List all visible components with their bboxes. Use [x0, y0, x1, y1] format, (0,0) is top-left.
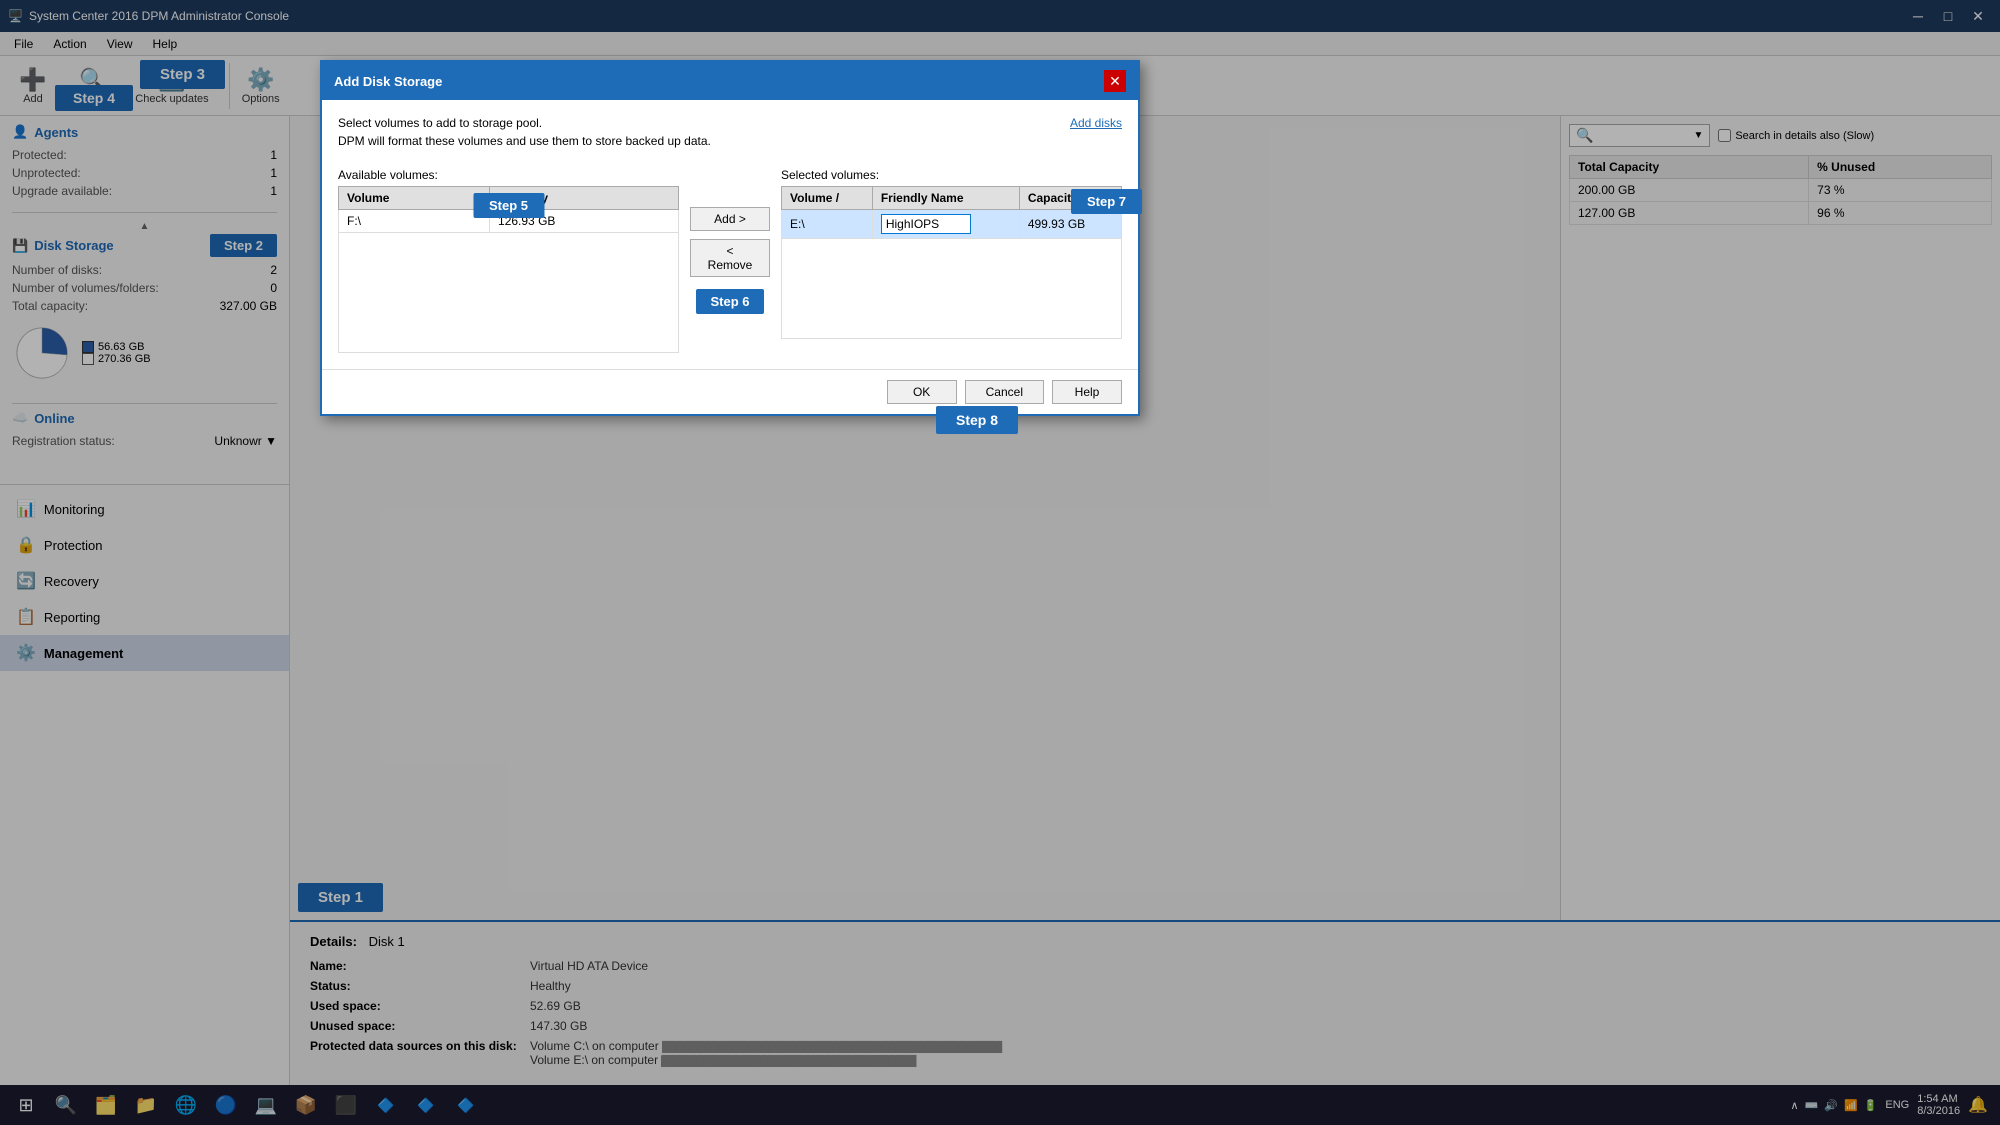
- sel-row[interactable]: E:\ 499.93 GB: [782, 210, 1122, 239]
- arrow-buttons: Add > < Remove Step 6: [695, 168, 765, 353]
- instruction1: Select volumes to add to storage pool.: [338, 116, 711, 130]
- step5-badge: Step 5: [473, 193, 544, 218]
- avail-volume-cell: F:\: [339, 210, 490, 233]
- selected-title: Selected volumes:: [781, 168, 1122, 182]
- cancel-button[interactable]: Cancel: [965, 380, 1044, 404]
- sel-friendly-cell[interactable]: [872, 210, 1019, 239]
- instruction2: DPM will format these volumes and use th…: [338, 134, 711, 148]
- sel-col-friendly: Friendly Name: [872, 187, 1019, 210]
- step7-badge: Step 7: [1071, 189, 1142, 214]
- available-title: Available volumes:: [338, 168, 679, 182]
- avail-row-empty: [339, 233, 679, 353]
- modal-close-button[interactable]: ✕: [1104, 70, 1126, 92]
- add-disks-link[interactable]: Add disks: [1070, 116, 1122, 130]
- modal-body: Select volumes to add to storage pool. D…: [322, 100, 1138, 369]
- available-volumes-col: Available volumes: Volume Capacity F:\ 1…: [338, 168, 679, 353]
- modal-columns: Available volumes: Volume Capacity F:\ 1…: [338, 168, 1122, 353]
- ok-button[interactable]: OK: [887, 380, 957, 404]
- sel-volume-cell: E:\: [782, 210, 873, 239]
- selected-volumes-col: Selected volumes: Volume / Friendly Name…: [781, 168, 1122, 353]
- add-disk-storage-modal: Add Disk Storage ✕ Select volumes to add…: [320, 60, 1140, 416]
- add-volume-button[interactable]: Add >: [690, 207, 770, 231]
- avail-col-volume: Volume: [339, 187, 490, 210]
- modal-instructions: Select volumes to add to storage pool. D…: [338, 116, 711, 152]
- sel-col-volume: Volume /: [782, 187, 873, 210]
- step6-badge: Step 6: [696, 289, 763, 314]
- modal-title: Add Disk Storage: [334, 74, 442, 89]
- remove-volume-button[interactable]: < Remove: [690, 239, 770, 277]
- sel-row-empty: [782, 239, 1122, 339]
- modal-overlay[interactable]: Add Disk Storage ✕ Select volumes to add…: [0, 0, 2000, 1125]
- step8-badge: Step 8: [936, 406, 1018, 434]
- modal-header: Add Disk Storage ✕: [322, 62, 1138, 100]
- help-button[interactable]: Help: [1052, 380, 1122, 404]
- friendly-name-input[interactable]: [881, 214, 971, 234]
